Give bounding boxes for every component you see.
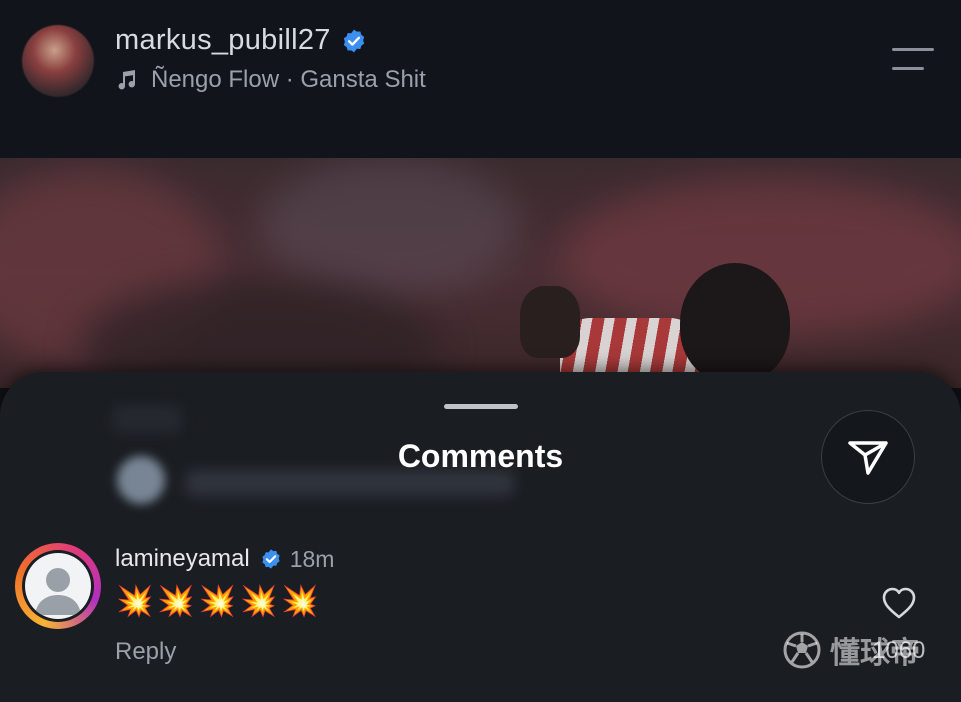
comment-time: 18m — [289, 545, 335, 572]
avatar[interactable] — [22, 550, 94, 622]
username-label[interactable]: markus_pubill27 — [115, 24, 331, 56]
menu-icon[interactable] — [888, 46, 936, 72]
send-icon — [848, 441, 888, 475]
share-button[interactable] — [821, 410, 915, 504]
watermark: 懂球帝 — [782, 628, 920, 672]
verified-badge-icon — [343, 29, 364, 53]
comment-text: 💥💥💥💥💥 — [116, 585, 323, 618]
comment-header: lamineyamal 18m — [115, 545, 334, 573]
music-row[interactable]: Ñengo Flow · Gansta Shit — [115, 66, 426, 94]
verified-badge-icon — [262, 549, 280, 569]
comments-title: Comments — [397, 438, 564, 474]
post-header: markus_pubill27 Ñengo Flow · Gansta Shit — [0, 0, 961, 158]
post-photo[interactable] — [0, 158, 961, 388]
default-avatar-icon — [25, 553, 91, 619]
player-hand — [520, 286, 580, 358]
reply-button[interactable]: Reply — [115, 638, 176, 666]
heart-icon[interactable] — [881, 586, 917, 620]
music-label: Ñengo Flow · Gansta Shit — [151, 66, 426, 93]
blurred-background-element — [112, 405, 182, 433]
photo-blur-blob — [260, 158, 520, 298]
player-head — [680, 263, 790, 383]
post-author[interactable]: markus_pubill27 — [115, 24, 367, 57]
watermark-text: 懂球帝 — [830, 637, 920, 670]
music-note-icon — [118, 70, 135, 90]
drag-handle[interactable] — [444, 404, 518, 409]
profile-avatar[interactable] — [22, 25, 94, 97]
soccer-ball-icon — [783, 631, 821, 669]
comment-username[interactable]: lamineyamal — [115, 545, 250, 573]
